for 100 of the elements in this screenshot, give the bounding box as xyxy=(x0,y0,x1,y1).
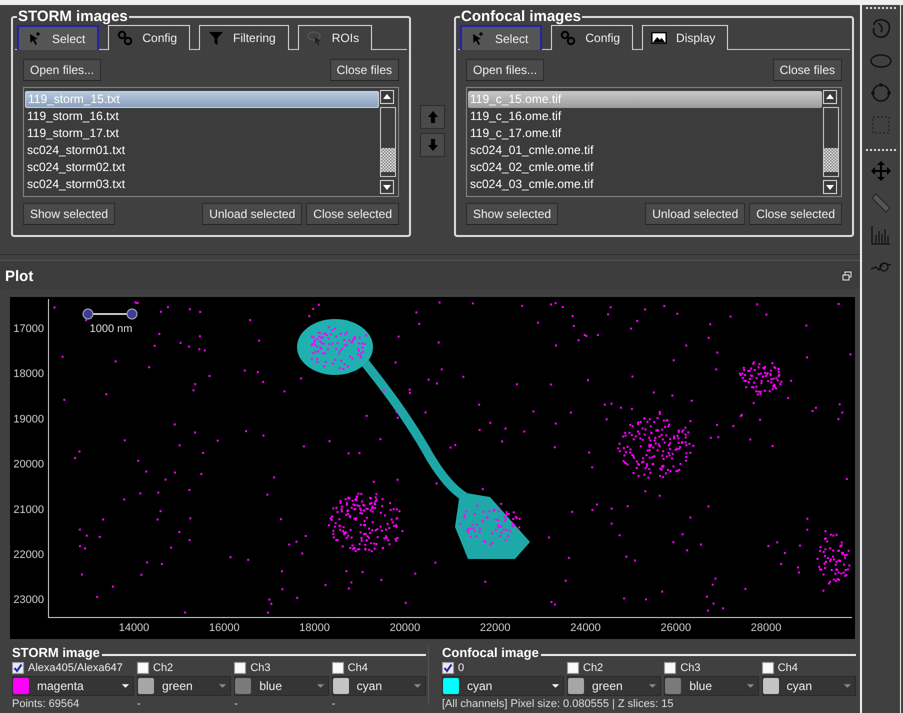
move-down-button[interactable] xyxy=(420,133,445,157)
caret-icon xyxy=(316,683,325,689)
checkbox[interactable] xyxy=(664,662,676,674)
cursor-icon xyxy=(27,30,43,46)
image-info: [All channels] Pixel size: 0.080555 | Z slices: 15 xyxy=(442,698,675,710)
color-dropdown[interactable]: cyan xyxy=(762,676,856,696)
down-arrow-icon xyxy=(426,138,438,152)
close-files-button[interactable]: Close files xyxy=(772,59,842,81)
channel-label: 0 xyxy=(458,662,464,674)
channel-label: Ch3 xyxy=(250,662,271,674)
close-selected-button[interactable]: Close selected xyxy=(749,203,842,225)
open-files-button[interactable]: Open files... xyxy=(23,59,102,81)
histogram-icon[interactable] xyxy=(869,223,893,247)
channel-stat: - xyxy=(234,698,239,710)
scale-bar[interactable] xyxy=(82,308,138,320)
color-dropdown[interactable]: blue xyxy=(234,676,329,696)
ruler-icon[interactable] xyxy=(869,191,893,215)
channel-label: Ch4 xyxy=(348,662,368,674)
panel-title: Confocal images xyxy=(460,9,582,25)
y-axis-tick-label: 20000 xyxy=(13,458,44,471)
caret-icon xyxy=(648,683,658,689)
gears-icon xyxy=(560,30,576,46)
channel-stat: - xyxy=(332,698,336,710)
channel-label: Ch4 xyxy=(778,662,798,674)
caret-icon xyxy=(746,683,755,689)
file-list-item[interactable]: sc024_storm01.txt xyxy=(25,142,379,159)
lasso-cursor-icon xyxy=(306,30,323,46)
caret-icon xyxy=(843,683,852,689)
checkbox[interactable] xyxy=(442,662,454,674)
x-axis-tick-label: 20000 xyxy=(390,622,420,634)
scroll-down-icon[interactable] xyxy=(823,180,837,194)
file-list-item[interactable]: sc024_01_cmle.ome.tif xyxy=(468,142,822,159)
scrollbar-thumb[interactable] xyxy=(381,148,395,172)
scroll-down-icon[interactable] xyxy=(380,180,394,194)
tab[interactable]: Config xyxy=(551,25,634,50)
y-axis-tick-label: 23000 xyxy=(13,594,44,606)
tab[interactable]: Select xyxy=(460,25,542,50)
color-dropdown[interactable]: magenta xyxy=(12,676,134,696)
channel-label: Ch3 xyxy=(680,662,701,674)
channel-label: Alexa405/Alexa647 xyxy=(28,662,123,674)
x-axis-tick-label: 28000 xyxy=(750,622,782,634)
scroll-up-icon[interactable] xyxy=(380,90,394,104)
scale-bar-label: 1000 nm xyxy=(90,323,132,335)
circle-points-icon[interactable] xyxy=(869,81,893,105)
caret-icon xyxy=(121,683,130,689)
caret-icon xyxy=(551,683,560,689)
file-list-item[interactable]: 119_c_17.ome.tif xyxy=(468,125,822,142)
tab[interactable]: Config xyxy=(108,25,190,50)
gears-icon xyxy=(117,30,134,46)
scrollbar-thumb[interactable] xyxy=(824,148,838,172)
file-list-item[interactable]: sc024_03_cmle.ome.tif xyxy=(468,176,822,193)
checkbox[interactable] xyxy=(137,662,149,674)
y-axis-tick-label: 18000 xyxy=(13,368,44,380)
open-files-button[interactable]: Open files... xyxy=(466,59,544,81)
x-axis-tick-label: 24000 xyxy=(570,622,601,634)
color-dropdown[interactable]: blue xyxy=(664,676,759,696)
scroll-up-icon[interactable] xyxy=(823,90,837,104)
caret-icon xyxy=(413,683,422,689)
close-selected-button[interactable]: Close selected xyxy=(306,203,399,225)
file-list-item[interactable]: 119_storm_16.txt xyxy=(25,108,379,125)
checkbox[interactable] xyxy=(567,662,579,674)
x-axis-tick-label: 14000 xyxy=(118,622,150,634)
file-list-item[interactable]: sc024_02_cmle.ome.tif xyxy=(468,159,822,176)
tab[interactable]: Display xyxy=(642,25,728,50)
color-dropdown[interactable]: green xyxy=(567,676,662,696)
x-axis-tick-label: 18000 xyxy=(299,622,330,634)
show-selected-button[interactable]: Show selected xyxy=(23,203,116,225)
unload-selected-button[interactable]: Unload selected xyxy=(645,203,746,225)
unload-selected-button[interactable]: Unload selected xyxy=(202,203,302,225)
x-axis-tick-label: 16000 xyxy=(209,622,240,634)
color-dropdown[interactable]: green xyxy=(137,676,232,696)
checkbox[interactable] xyxy=(332,662,344,674)
x-axis-tick-label: 26000 xyxy=(660,622,692,634)
color-dropdown[interactable]: cyan xyxy=(442,676,564,696)
y-axis-tick-label: 17000 xyxy=(13,323,44,335)
file-list-item[interactable]: 119_storm_17.txt xyxy=(25,125,379,142)
y-axis-tick-label: 22000 xyxy=(13,549,44,561)
tab[interactable]: ROIs xyxy=(298,25,372,50)
section-title: Confocal image xyxy=(442,645,539,660)
file-list-item[interactable]: 119_c_16.ome.tif xyxy=(468,108,822,125)
tab[interactable]: Filtering xyxy=(199,25,289,50)
checkbox[interactable] xyxy=(762,662,774,674)
panel-title: STORM images xyxy=(17,9,129,25)
up-arrow-icon xyxy=(426,110,438,124)
file-list-item[interactable]: sc024_storm03.txt xyxy=(25,176,379,193)
checkbox[interactable] xyxy=(12,662,24,674)
color-dropdown[interactable]: cyan xyxy=(332,676,426,696)
close-files-button[interactable]: Close files xyxy=(330,59,399,81)
move-icon[interactable] xyxy=(869,159,893,183)
picture-icon xyxy=(651,30,668,46)
tab[interactable]: Select xyxy=(17,25,100,50)
float-window-icon[interactable] xyxy=(842,271,852,281)
checkbox[interactable] xyxy=(234,662,246,674)
move-up-button[interactable] xyxy=(420,105,445,129)
show-selected-button[interactable]: Show selected xyxy=(466,203,558,225)
funnel-icon xyxy=(208,30,224,46)
x-axis-tick-label: 22000 xyxy=(480,622,510,634)
file-list-item[interactable]: sc024_storm02.txt xyxy=(25,159,379,176)
y-axis-tick-label: 19000 xyxy=(13,413,44,426)
channel-stat: Points: 69564 xyxy=(12,698,80,710)
